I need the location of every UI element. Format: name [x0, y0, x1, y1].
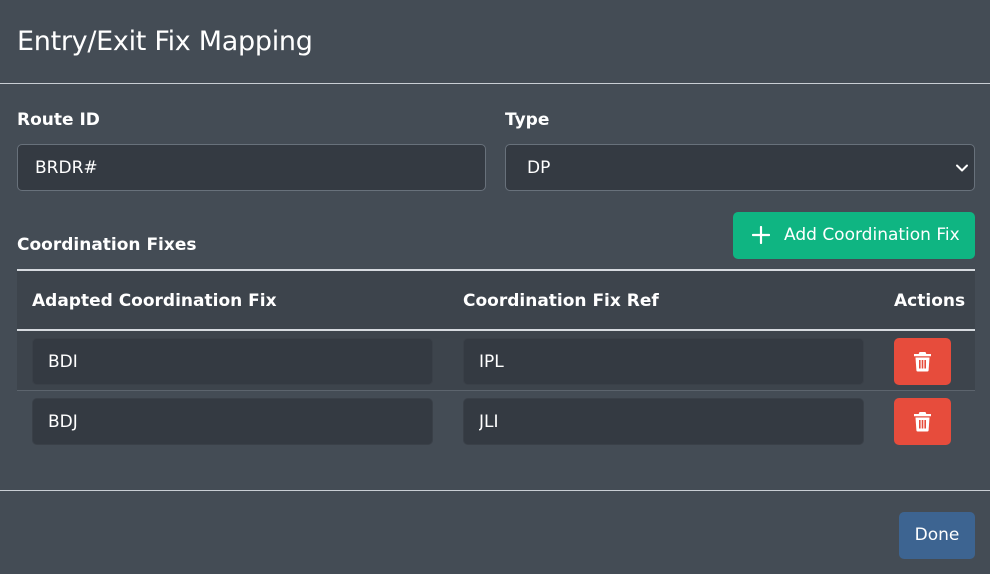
- column-header-adapted: Adapted Coordination Fix: [32, 291, 277, 311]
- coordination-fixes-label: Coordination Fixes: [17, 235, 197, 255]
- fix-ref-input[interactable]: [463, 338, 864, 385]
- table-row: [17, 331, 975, 391]
- fix-ref-input[interactable]: [463, 398, 864, 445]
- footer-divider: [0, 490, 990, 491]
- column-header-actions: Actions: [894, 291, 966, 311]
- plus-icon: [752, 226, 770, 244]
- done-button-label: Done: [914, 525, 960, 545]
- trash-icon: [914, 412, 931, 432]
- route-id-input[interactable]: [17, 144, 486, 191]
- type-select-value: DP: [527, 158, 551, 178]
- type-select[interactable]: DP: [505, 144, 975, 191]
- add-coordination-fix-button[interactable]: Add Coordination Fix: [733, 212, 975, 259]
- trash-icon: [914, 352, 931, 372]
- modal-header: Entry/Exit Fix Mapping: [0, 0, 990, 84]
- add-coordination-fix-label: Add Coordination Fix: [784, 225, 960, 245]
- adapted-fix-input[interactable]: [32, 398, 433, 445]
- modal-title: Entry/Exit Fix Mapping: [17, 26, 313, 57]
- chevron-down-icon: [956, 164, 968, 172]
- type-label: Type: [505, 110, 550, 130]
- fix-mapping-modal: Entry/Exit Fix Mapping Route ID Type DP …: [0, 0, 990, 574]
- column-header-ref: Coordination Fix Ref: [463, 291, 659, 311]
- route-id-label: Route ID: [17, 110, 100, 130]
- done-button[interactable]: Done: [899, 512, 975, 559]
- delete-row-button[interactable]: [894, 338, 951, 385]
- adapted-fix-input[interactable]: [32, 338, 433, 385]
- table-header-row: Adapted Coordination Fix Coordination Fi…: [17, 271, 975, 331]
- delete-row-button[interactable]: [894, 398, 951, 445]
- table-row: [17, 391, 975, 451]
